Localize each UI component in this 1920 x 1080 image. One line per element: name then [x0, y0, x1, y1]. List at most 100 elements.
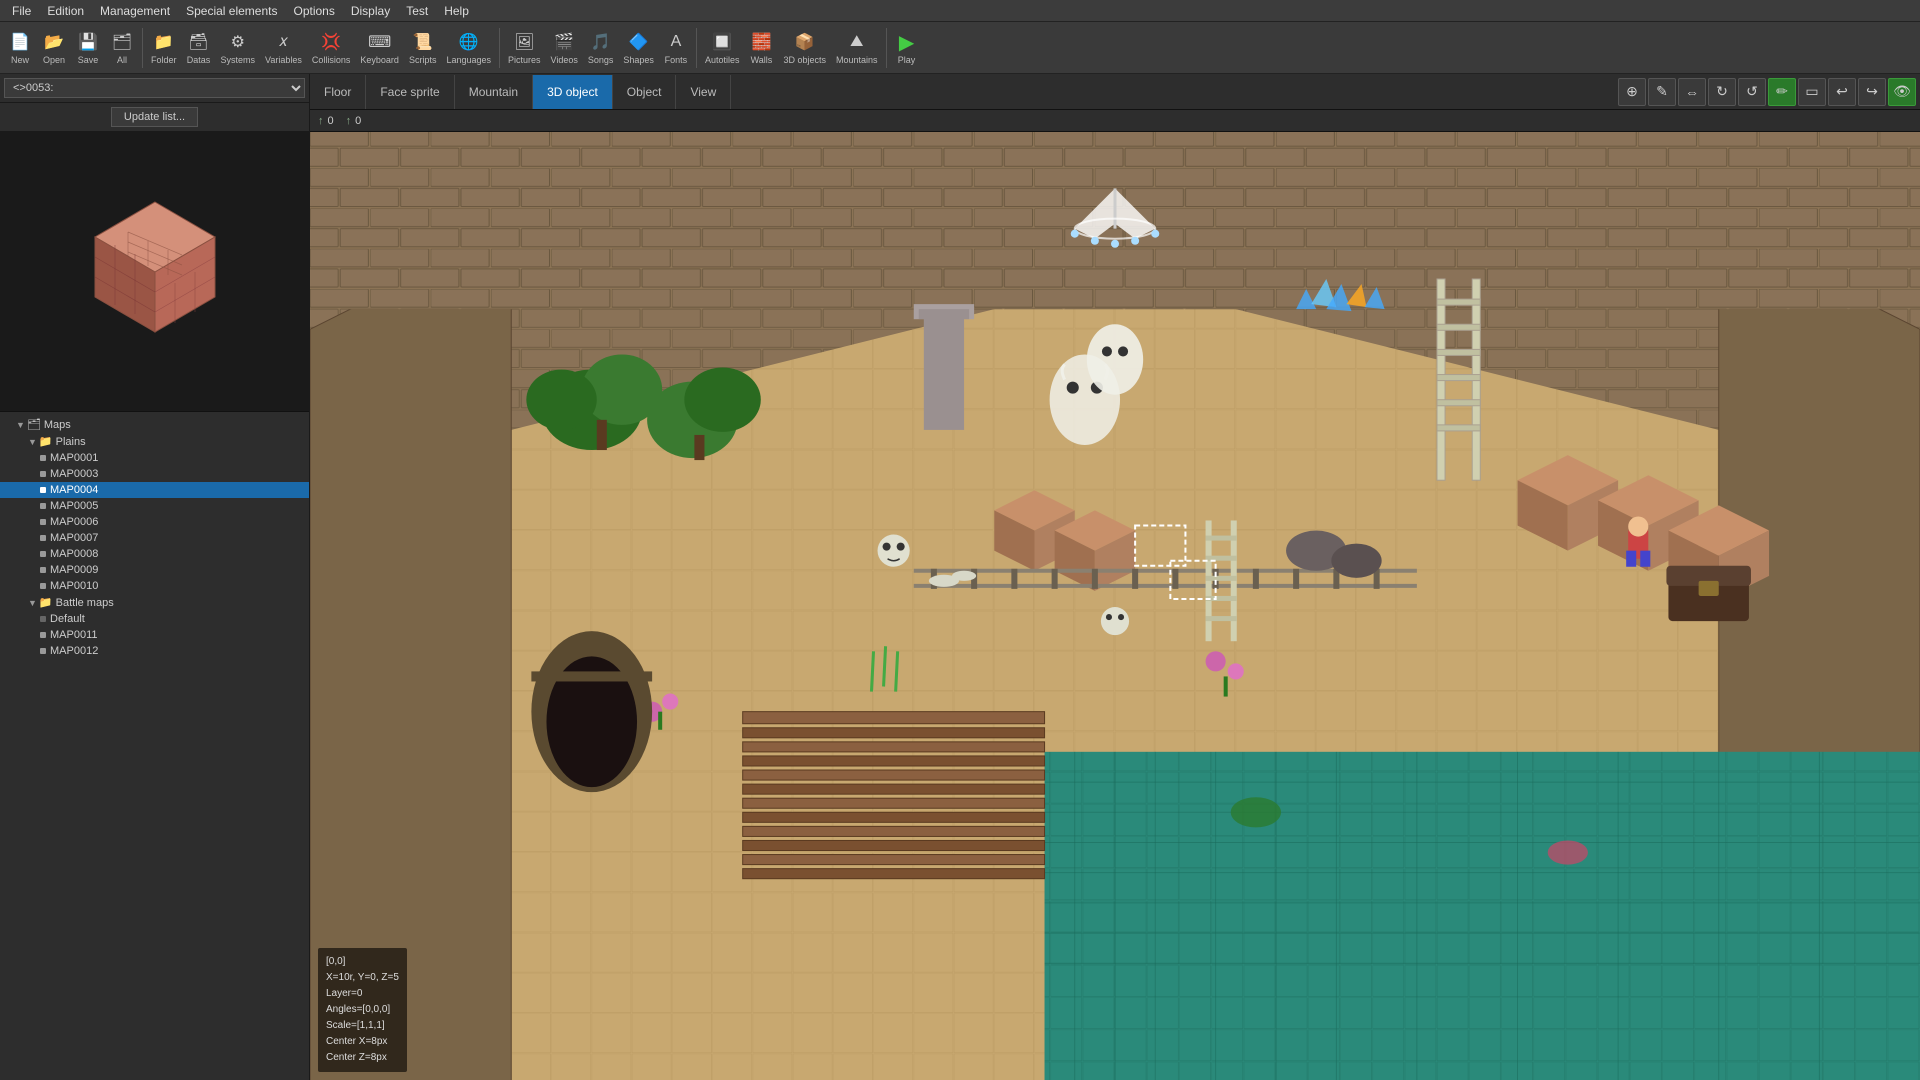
info-line7: Center Z=8px — [326, 1050, 399, 1066]
toolbar-open[interactable]: 📂 Open — [38, 28, 70, 67]
tree-map-0005[interactable]: MAP0005 — [0, 498, 309, 514]
maps-root-label: Maps — [44, 419, 71, 431]
toolbar-keyboard[interactable]: ⌨ Keyboard — [356, 28, 403, 67]
pos-y-item: ↑ 0 — [346, 115, 362, 127]
menu-test[interactable]: Test — [398, 2, 436, 20]
divider-1 — [142, 28, 143, 68]
map-bullet-0007 — [40, 535, 46, 541]
toolbar-languages[interactable]: 🌐 Languages — [442, 28, 495, 67]
toolbar-fonts[interactable]: A Fonts — [660, 28, 692, 67]
menu-options[interactable]: Options — [285, 2, 342, 20]
toolbar-mountains[interactable]: ⛰ Mountains — [832, 28, 882, 67]
tab-object[interactable]: Object — [613, 75, 677, 109]
map-bullet-0009 — [40, 567, 46, 573]
tab-mountain[interactable]: Mountain — [455, 75, 533, 109]
menu-bar: File Edition Management Special elements… — [0, 0, 1920, 22]
tree-map-0007[interactable]: MAP0007 — [0, 530, 309, 546]
all-icon: 🗂 — [110, 30, 134, 54]
tab-view[interactable]: View — [676, 75, 731, 109]
map-bullet-0005 — [40, 503, 46, 509]
view-btn-pencil[interactable]: ✎ — [1648, 78, 1676, 106]
tree-group-battlemaps[interactable]: ▼ 📁 Battle maps — [0, 594, 309, 611]
view-btn-undo[interactable]: ↩ — [1828, 78, 1856, 106]
update-list-button[interactable]: Update list... — [111, 107, 198, 127]
variables-label: Variables — [265, 55, 302, 65]
map-bullet-0006 — [40, 519, 46, 525]
menu-file[interactable]: File — [4, 2, 39, 20]
view-btn-move[interactable]: ⇔ — [1678, 78, 1706, 106]
toolbar-pictures[interactable]: 🖼 Pictures — [504, 28, 545, 67]
tree-map-0004[interactable]: MAP0004 — [0, 482, 309, 498]
tab-3d-object[interactable]: 3D object — [533, 75, 613, 109]
tree-group-plains[interactable]: ▼ 📁 Plains — [0, 433, 309, 450]
tree-map-0006[interactable]: MAP0006 — [0, 514, 309, 530]
toolbar-3dobjects[interactable]: 📦 3D objects — [779, 28, 830, 67]
info-line6: Center X=8px — [326, 1034, 399, 1050]
view-btn-rect[interactable]: ▭ — [1798, 78, 1826, 106]
view-btn-rotate-x[interactable]: ↻ — [1708, 78, 1736, 106]
map-0006-label: MAP0006 — [50, 516, 98, 528]
save-icon: 💾 — [76, 30, 100, 54]
battlemaps-arrow: ▼ — [28, 598, 37, 608]
view-btn-rotate-z[interactable]: ↺ — [1738, 78, 1766, 106]
map-bullet-0011 — [40, 632, 46, 638]
divider-2 — [499, 28, 500, 68]
tree-map-0009[interactable]: MAP0009 — [0, 562, 309, 578]
view-btn-draw[interactable]: ✏ — [1768, 78, 1796, 106]
tree-map-default[interactable]: Default — [0, 611, 309, 627]
keyboard-label: Keyboard — [360, 55, 399, 65]
map-viewport[interactable]: [0,0] X=10r, Y=0, Z=5 Layer=0 Angles=[0,… — [310, 132, 1920, 1080]
pos-y-value: 0 — [355, 115, 361, 127]
view-section: ⊕ ✎ ⇔ ↻ ↺ ✏ ▭ ↩ ↪ 👁 — [1614, 78, 1920, 106]
map-bullet-0001 — [40, 455, 46, 461]
tab-floor[interactable]: Floor — [310, 75, 366, 109]
map-default-label: Default — [50, 613, 85, 625]
tree-map-0008[interactable]: MAP0008 — [0, 546, 309, 562]
menu-help[interactable]: Help — [436, 2, 477, 20]
view-btn-eye[interactable]: 👁 — [1888, 78, 1916, 106]
walls-label: Walls — [751, 55, 773, 65]
new-label: New — [11, 55, 29, 65]
tree-map-0012[interactable]: MAP0012 — [0, 643, 309, 659]
systems-label: Systems — [221, 55, 256, 65]
map-select[interactable]: <>0053: — [4, 78, 305, 98]
view-btn-redo[interactable]: ↪ — [1858, 78, 1886, 106]
pos-x-item: ↑ 0 — [318, 115, 334, 127]
toolbar-collisions[interactable]: 💢 Collisions — [308, 28, 355, 67]
info-overlay: [0,0] X=10r, Y=0, Z=5 Layer=0 Angles=[0,… — [318, 948, 407, 1072]
toolbar-videos[interactable]: 🎬 Videos — [547, 28, 582, 67]
toolbar-folder[interactable]: 📁 Folder — [147, 28, 181, 67]
menu-management[interactable]: Management — [92, 2, 178, 20]
menu-display[interactable]: Display — [343, 2, 398, 20]
menu-edition[interactable]: Edition — [39, 2, 92, 20]
3dobjects-label: 3D objects — [783, 55, 826, 65]
toolbar-datas[interactable]: 🗃 Datas — [183, 28, 215, 67]
tree-map-0001[interactable]: MAP0001 — [0, 450, 309, 466]
menu-special-elements[interactable]: Special elements — [178, 2, 285, 20]
tree-map-0011[interactable]: MAP0011 — [0, 627, 309, 643]
tree-map-0003[interactable]: MAP0003 — [0, 466, 309, 482]
toolbar-autotiles[interactable]: 🔲 Autotiles — [701, 28, 744, 67]
view-btn-cursor[interactable]: ⊕ — [1618, 78, 1646, 106]
info-line4: Angles=[0,0,0] — [326, 1002, 399, 1018]
toolbar-songs[interactable]: 🎵 Songs — [584, 28, 618, 67]
map-selector: <>0053: — [0, 74, 309, 103]
tab-face-sprite[interactable]: Face sprite — [366, 75, 454, 109]
plains-folder-icon: 📁 — [39, 435, 53, 448]
tree-map-0010[interactable]: MAP0010 — [0, 578, 309, 594]
map-0012-label: MAP0012 — [50, 645, 98, 657]
toolbar-save[interactable]: 💾 Save — [72, 28, 104, 67]
map-canvas — [310, 132, 1920, 1080]
shapes-label: Shapes — [623, 55, 654, 65]
tree-root-maps[interactable]: ▼ 🗂 Maps — [0, 416, 309, 433]
toolbar-variables[interactable]: 𝑥 Variables — [261, 28, 306, 67]
toolbar-new[interactable]: 📄 New — [4, 28, 36, 67]
toolbar-scripts[interactable]: 📜 Scripts — [405, 28, 441, 67]
toolbar-systems[interactable]: ⚙ Systems — [217, 28, 260, 67]
toolbar-all[interactable]: 🗂 All — [106, 28, 138, 67]
toolbar-walls[interactable]: 🧱 Walls — [745, 28, 777, 67]
toolbar-play[interactable]: ▶ Play — [891, 28, 923, 67]
left-panel: <>0053: Update list... — [0, 74, 310, 1080]
toolbar-shapes[interactable]: 🔷 Shapes — [619, 28, 658, 67]
3dobjects-icon: 📦 — [793, 30, 817, 54]
